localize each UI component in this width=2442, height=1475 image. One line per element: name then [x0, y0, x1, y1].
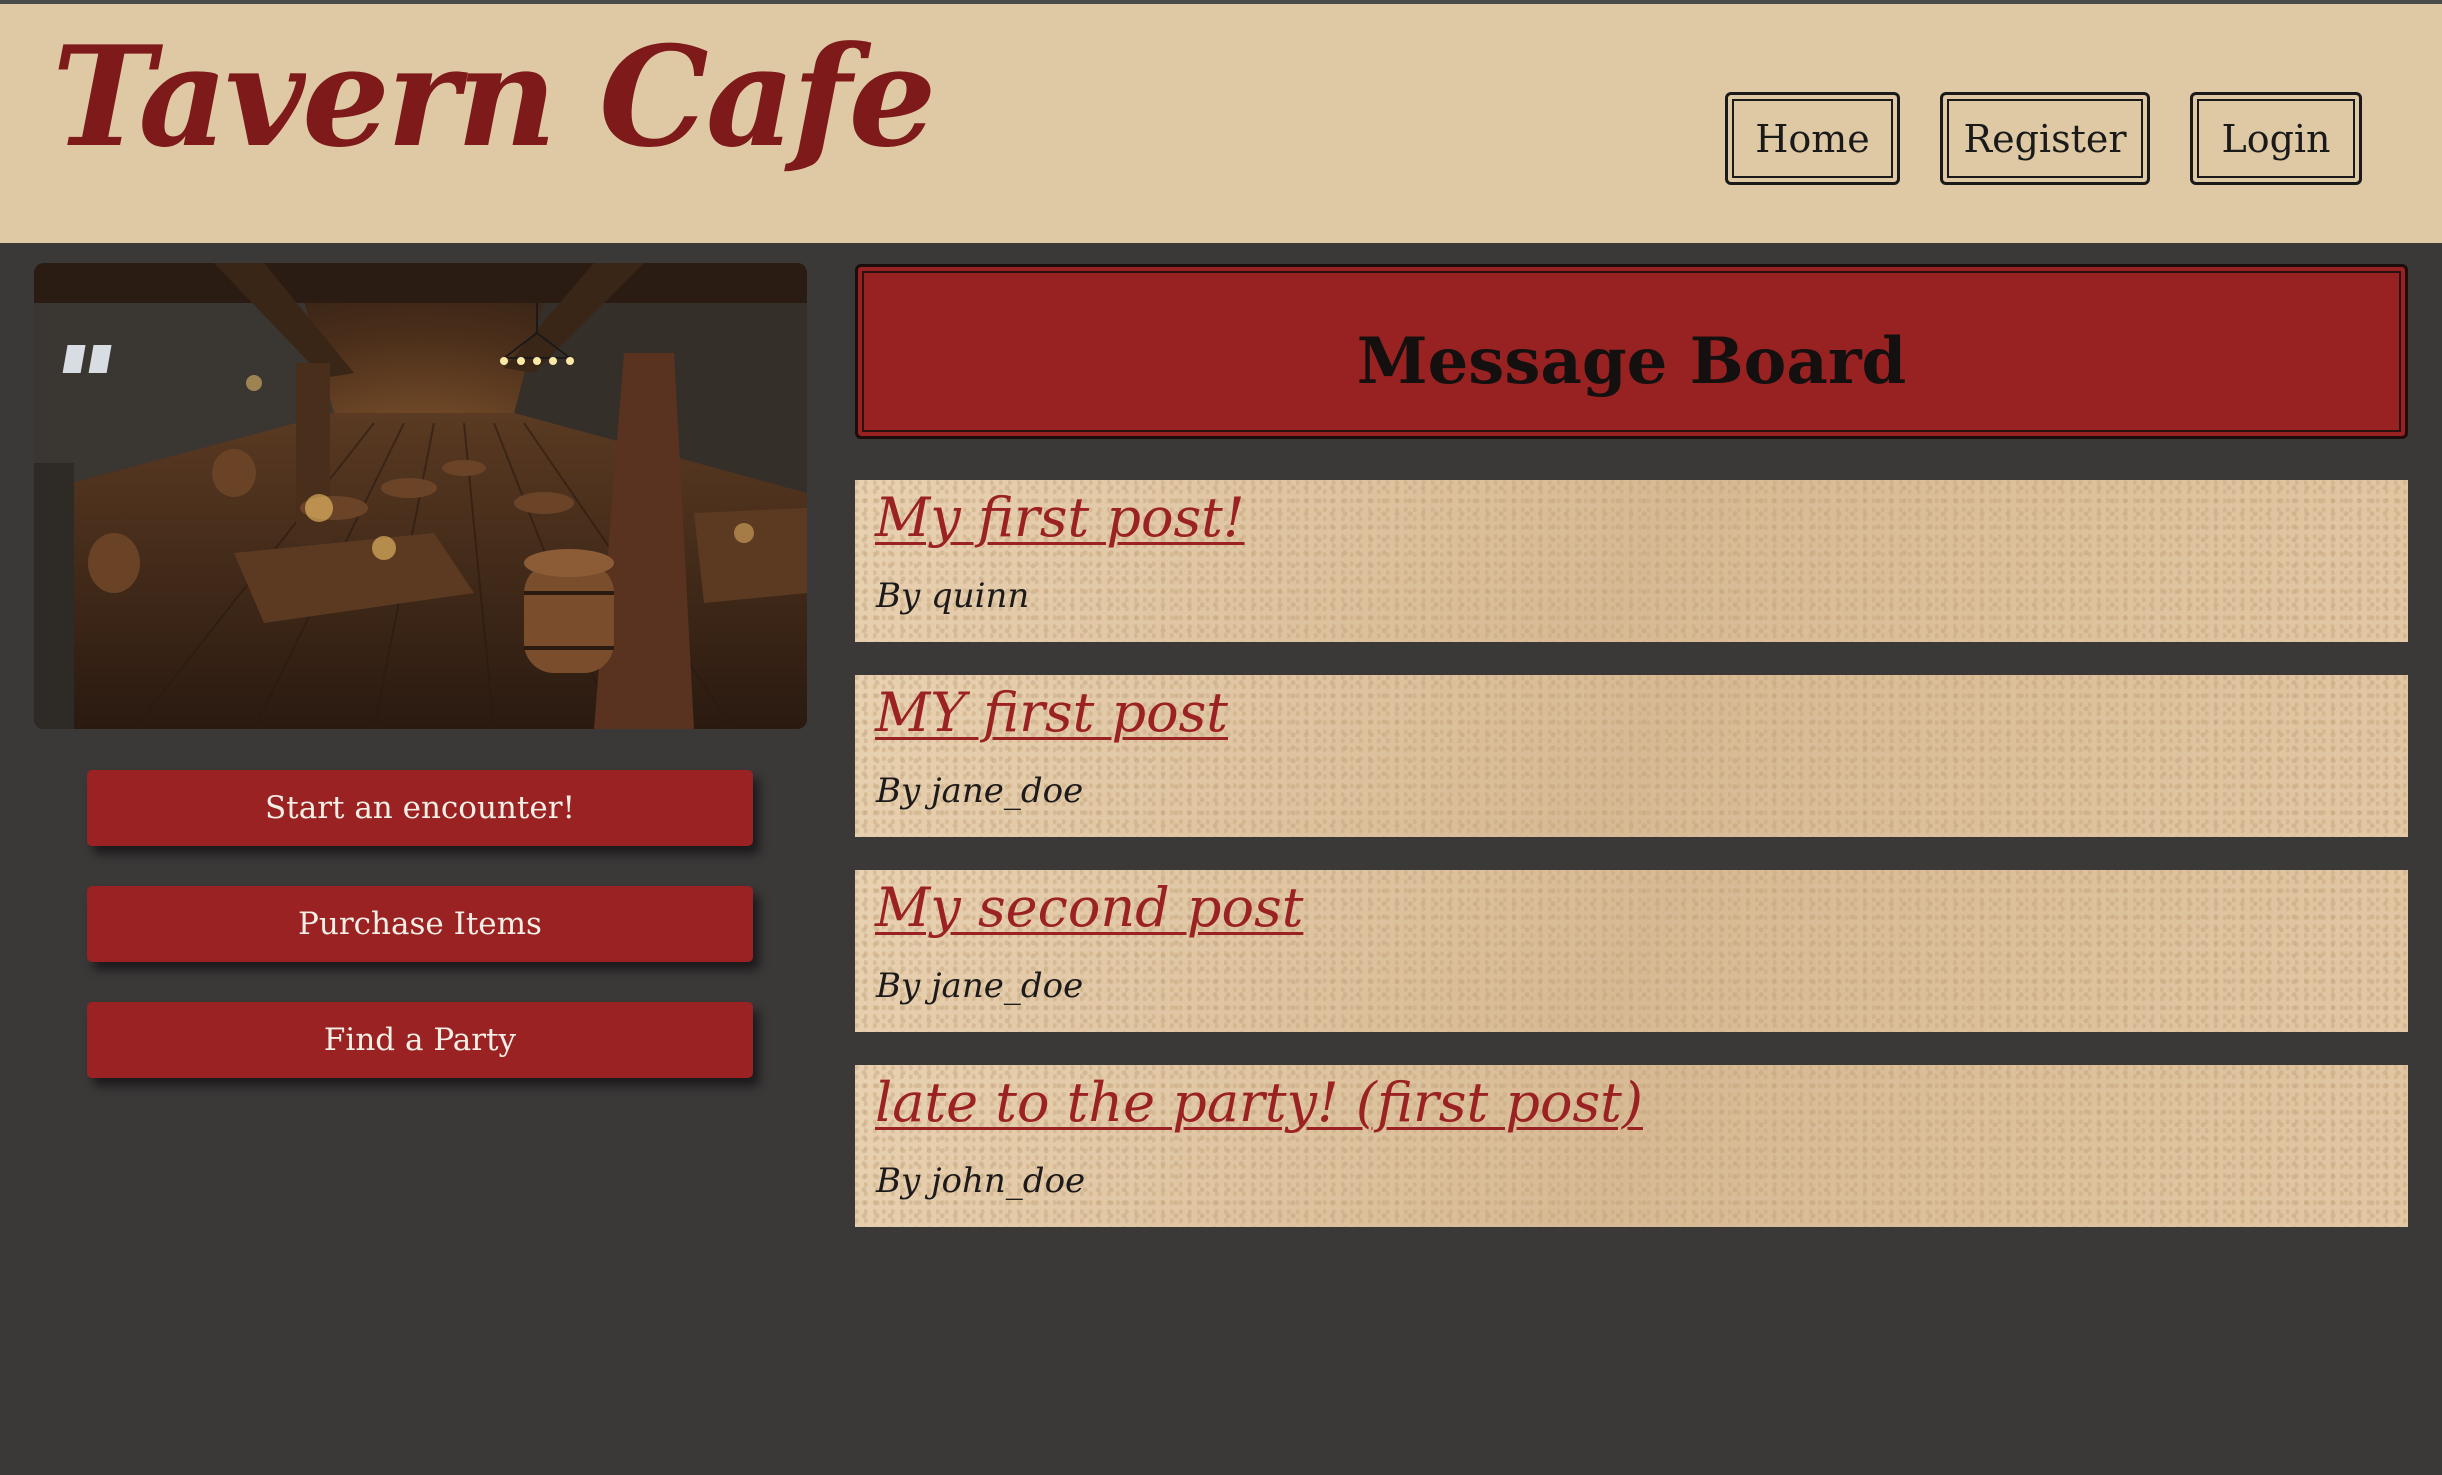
- post-title-link[interactable]: late to the party! (first post): [875, 1071, 1643, 1134]
- purchase-items-button[interactable]: Purchase Items: [87, 886, 753, 962]
- post-card: My second post By jane_doe: [855, 870, 2408, 1032]
- post-title-link[interactable]: My second post: [875, 876, 1303, 939]
- message-board-header: Message Board: [855, 264, 2408, 439]
- start-encounter-button[interactable]: Start an encounter!: [87, 770, 753, 846]
- post-card: MY first post By jane_doe: [855, 675, 2408, 837]
- post-card: My first post! By quinn: [855, 480, 2408, 642]
- home-button[interactable]: Home: [1725, 92, 1900, 185]
- message-board-title: Message Board: [1356, 324, 1907, 399]
- post-author: By jane_doe: [876, 771, 1084, 811]
- post-author: By jane_doe: [876, 966, 1084, 1006]
- post-title-link[interactable]: My first post!: [875, 486, 1245, 549]
- find-party-button[interactable]: Find a Party: [87, 1002, 753, 1078]
- register-button[interactable]: Register: [1940, 92, 2150, 185]
- login-button[interactable]: Login: [2190, 92, 2362, 185]
- site-header: Tavern Cafe Home Register Login: [0, 0, 2442, 243]
- post-author: By john_doe: [876, 1161, 1086, 1201]
- tavern-interior-image: [34, 263, 807, 729]
- post-title-link[interactable]: MY first post: [875, 681, 1228, 744]
- post-card: late to the party! (first post) By john_…: [855, 1065, 2408, 1227]
- site-title[interactable]: Tavern Cafe: [52, 28, 936, 166]
- post-author: By quinn: [876, 576, 1030, 616]
